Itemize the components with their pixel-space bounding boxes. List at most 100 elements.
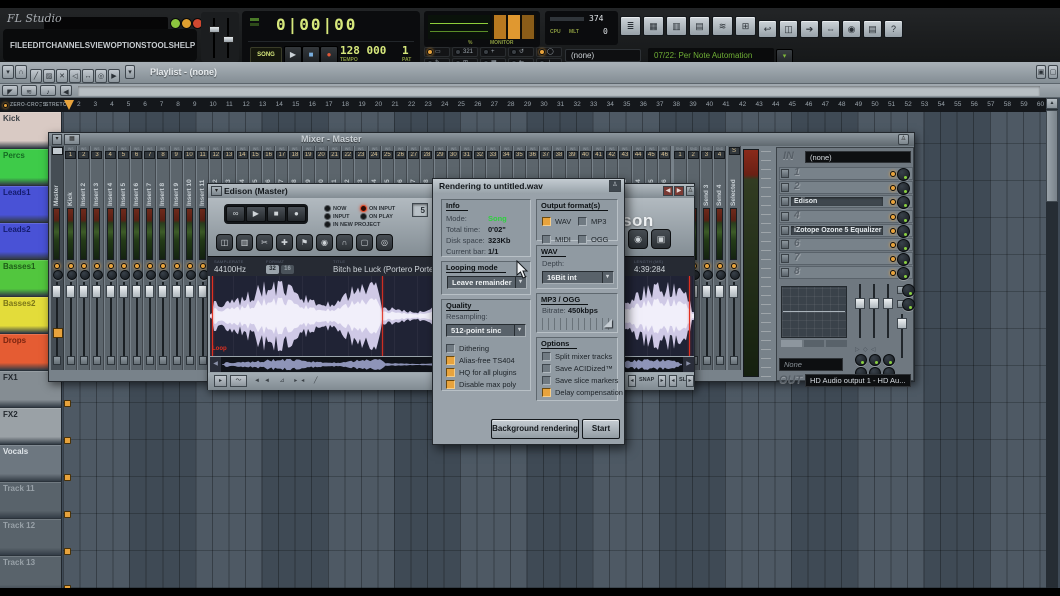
fader-handle[interactable] <box>79 285 88 298</box>
fx-slot-plugin[interactable]: Edison <box>791 197 883 206</box>
mixer-strip-send-4[interactable]: SND4Send 4 <box>714 146 726 370</box>
strip-fader[interactable] <box>176 282 178 358</box>
strip-fader[interactable] <box>83 282 85 358</box>
checkbox-split-mixer-tracks[interactable]: Split mixer tracks <box>542 350 623 362</box>
channel-pan-knob[interactable] <box>902 298 915 311</box>
snap-inc-icon[interactable]: ▸ <box>658 375 666 387</box>
zoom-icon[interactable]: ◎ <box>376 234 393 251</box>
checkbox-box[interactable] <box>542 388 551 397</box>
edison-stop-button[interactable]: ■ <box>267 206 286 222</box>
strip-fader[interactable] <box>110 282 112 358</box>
strip-pan-knob[interactable] <box>703 270 713 280</box>
master-pitch-slider[interactable] <box>227 18 229 58</box>
mixer-strip-send-3[interactable]: SND3Send 3 <box>701 146 713 370</box>
checkbox-box[interactable] <box>446 368 455 377</box>
strip-fx-chip[interactable] <box>146 356 154 365</box>
strip-pan-knob[interactable] <box>67 270 77 280</box>
strip-fader[interactable] <box>70 282 72 358</box>
checkbox-wav[interactable]: WAV <box>542 216 578 228</box>
slide-inc-icon[interactable]: ▸ <box>686 375 694 387</box>
save-icon[interactable]: ◫ <box>216 234 233 251</box>
strip-mute-led[interactable] <box>160 263 166 269</box>
snap-label[interactable]: SNAP <box>639 377 654 383</box>
fx-slot-mix-knob[interactable] <box>897 225 910 238</box>
track-header-fx2[interactable]: FX2 <box>0 408 62 445</box>
wave-view-icon[interactable]: 〜 <box>230 375 247 387</box>
start-button[interactable]: Start <box>582 419 620 439</box>
zoom-tool-icon[interactable]: ◎ <box>95 69 107 83</box>
scrollbar-up-icon[interactable]: ▲ <box>1046 98 1058 109</box>
menu-help[interactable]: HELP <box>174 41 195 50</box>
send-knob-1[interactable] <box>855 354 867 366</box>
strip-pan-knob[interactable] <box>173 270 183 280</box>
fx-slot-menu-icon[interactable] <box>781 240 789 249</box>
record-time-box[interactable]: 5 <box>412 203 428 217</box>
checkbox-box[interactable] <box>542 364 551 373</box>
fx-slot-mix-knob[interactable] <box>897 267 910 280</box>
next-preset-icon[interactable]: ▶ <box>674 186 684 196</box>
strip-mute-led[interactable] <box>704 263 710 269</box>
mixer-strip-insert-7[interactable]: INS7Insert 7 <box>144 146 156 370</box>
track-icon-field[interactable]: None <box>779 358 843 371</box>
input-source-dropdown[interactable]: (none) <box>805 151 911 163</box>
scrollbar-handle[interactable] <box>1046 110 1058 202</box>
fx-slot-mix-knob[interactable] <box>897 211 910 224</box>
strip-fx-chip[interactable] <box>703 356 711 365</box>
tool-menu-arrow-icon[interactable]: ▾ <box>125 65 135 79</box>
fader-handle[interactable] <box>715 285 724 298</box>
fx-slot-enable-led[interactable] <box>890 270 896 276</box>
menu-view[interactable]: VIEW <box>90 41 110 50</box>
mixer-strip-insert-4[interactable]: INS4Insert 4 <box>105 146 117 370</box>
send-knob-2[interactable] <box>869 354 881 366</box>
mixer-button[interactable]: ≋ <box>712 16 733 36</box>
track-perf-led[interactable] <box>64 437 71 444</box>
eq-mid-slider[interactable] <box>873 284 875 338</box>
mixer-user-icon[interactable]: ♙ <box>898 134 909 145</box>
scissors-icon[interactable]: ✂ <box>256 234 273 251</box>
record-mode-on-play[interactable]: ON PLAY <box>360 213 393 220</box>
plugin-picker-button[interactable]: ⊞ <box>735 16 756 36</box>
fader-handle[interactable] <box>66 285 75 298</box>
render-button[interactable]: ➔ <box>800 20 819 38</box>
send-knob-3[interactable] <box>883 354 895 366</box>
fx-slot-enable-led[interactable] <box>890 171 896 177</box>
snap-dec-icon[interactable]: ◂ <box>628 375 636 387</box>
fx-slot-mix-knob[interactable] <box>897 168 910 181</box>
checkbox-hq-for-all-plugins[interactable]: HQ for all plugins <box>446 366 517 378</box>
mixer-titlebar[interactable]: ▾ ▦ Mixer - Master ♙ <box>49 133 914 146</box>
flag-icon[interactable]: ⚑ <box>296 234 313 251</box>
detach-icon[interactable]: ▣ <box>1036 65 1046 79</box>
loop-playback-button[interactable]: ∞ <box>226 206 245 222</box>
strip-fx-chip[interactable] <box>133 356 141 365</box>
checkbox-box[interactable] <box>542 376 551 385</box>
prev-preset-icon[interactable]: ◀ <box>663 186 673 196</box>
checkbox-box[interactable] <box>578 235 587 244</box>
strip-fx-chip[interactable] <box>173 356 181 365</box>
background-rendering-button[interactable]: Background rendering <box>491 419 579 439</box>
draw-tool-icon[interactable]: ╱ <box>30 69 42 83</box>
checkbox-dithering[interactable]: Dithering <box>446 342 517 354</box>
strip-pan-knob[interactable] <box>186 270 196 280</box>
strip-fader[interactable] <box>149 282 151 358</box>
strip-fader[interactable] <box>96 282 98 358</box>
strip-mute-led[interactable] <box>731 263 737 269</box>
fx-slot-mix-knob[interactable] <box>897 196 910 209</box>
regions-icon[interactable]: ▣ <box>651 229 671 249</box>
resampling-dropdown[interactable]: 512-point sinc▾ <box>446 324 526 337</box>
strip-fader[interactable] <box>719 282 721 358</box>
fx-slot-enable-led[interactable] <box>890 228 896 234</box>
menu-options[interactable]: OPTIONS <box>110 41 146 50</box>
fx-slot-enable-led[interactable] <box>890 242 896 248</box>
stereo-separation-knob[interactable] <box>902 284 915 297</box>
fx-slot-enable-led[interactable] <box>890 214 896 220</box>
mixer-strip-selected[interactable]: SSelected <box>728 146 741 370</box>
notes-button[interactable]: ▤ <box>863 20 882 38</box>
copy-icon[interactable]: ▥ <box>236 234 253 251</box>
strip-fx-chip[interactable] <box>730 356 738 365</box>
edison-user-icon[interactable]: ♙ <box>686 186 695 196</box>
strip-fader[interactable] <box>733 282 735 358</box>
dialog-user-icon[interactable]: ♙ <box>609 180 621 192</box>
checkbox-box[interactable] <box>446 380 455 389</box>
checkbox-ogg[interactable]: OGG <box>578 234 614 246</box>
track-perf-led[interactable] <box>64 511 71 518</box>
